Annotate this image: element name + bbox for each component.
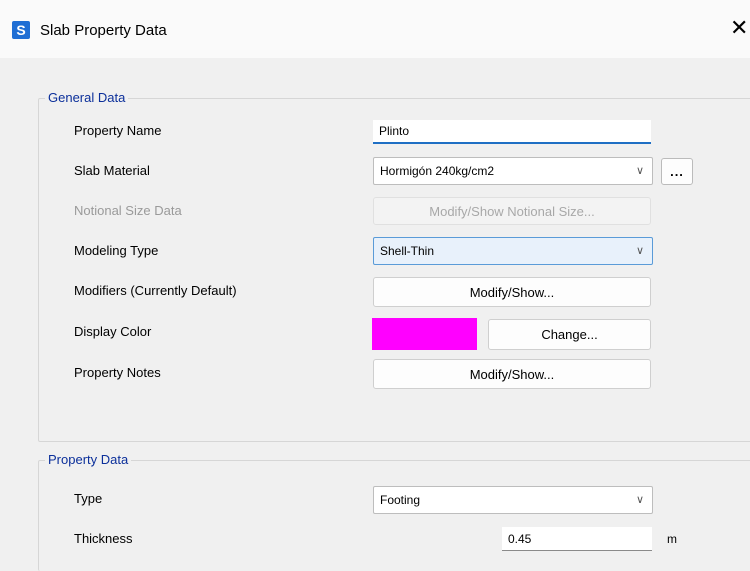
type-select[interactable]: Footing ∨ <box>373 486 653 514</box>
title-bar: S Slab Property Data ✕ <box>0 0 750 58</box>
close-icon[interactable]: ✕ <box>730 17 748 39</box>
chevron-down-icon: ∨ <box>635 164 644 177</box>
modeling-type-value: Shell-Thin <box>380 244 435 258</box>
notional-size-button[interactable]: Modify/Show Notional Size... <box>373 197 651 225</box>
dialog-body: General Data Property Name Slab Material… <box>16 68 750 571</box>
slab-material-browse-button[interactable]: ... <box>661 158 693 185</box>
general-data-legend: General Data <box>45 90 129 105</box>
thickness-field[interactable] <box>502 527 652 551</box>
thickness-label: Thickness <box>74 531 133 546</box>
chevron-down-icon: ∨ <box>635 493 644 506</box>
thickness-unit: m <box>667 532 677 546</box>
notional-size-label: Notional Size Data <box>74 203 182 218</box>
modeling-type-label: Modeling Type <box>74 243 159 258</box>
type-value: Footing <box>380 493 421 507</box>
slab-material-label: Slab Material <box>74 163 150 178</box>
window-title: Slab Property Data <box>40 22 167 39</box>
app-s-icon: S <box>12 21 30 39</box>
property-data-legend: Property Data <box>45 452 132 467</box>
property-name-label: Property Name <box>74 123 162 138</box>
modifiers-label: Modifiers (Currently Default) <box>74 283 237 298</box>
display-color-label: Display Color <box>74 324 152 339</box>
property-data-group: Property Data Type Footing ∨ Thickness m <box>38 452 750 571</box>
property-notes-button[interactable]: Modify/Show... <box>373 359 651 389</box>
property-notes-label: Property Notes <box>74 365 161 380</box>
display-color-swatch <box>372 318 477 350</box>
modifiers-button[interactable]: Modify/Show... <box>373 277 651 307</box>
property-name-field[interactable] <box>373 120 651 144</box>
type-label: Type <box>74 491 103 506</box>
slab-material-value: Hormigón 240kg/cm2 <box>380 164 495 178</box>
general-data-group: General Data Property Name Slab Material… <box>38 90 750 442</box>
chevron-down-icon: ∨ <box>635 244 644 257</box>
change-color-button[interactable]: Change... <box>488 319 651 350</box>
slab-material-select[interactable]: Hormigón 240kg/cm2 ∨ <box>373 157 653 185</box>
modeling-type-select[interactable]: Shell-Thin ∨ <box>373 237 653 265</box>
